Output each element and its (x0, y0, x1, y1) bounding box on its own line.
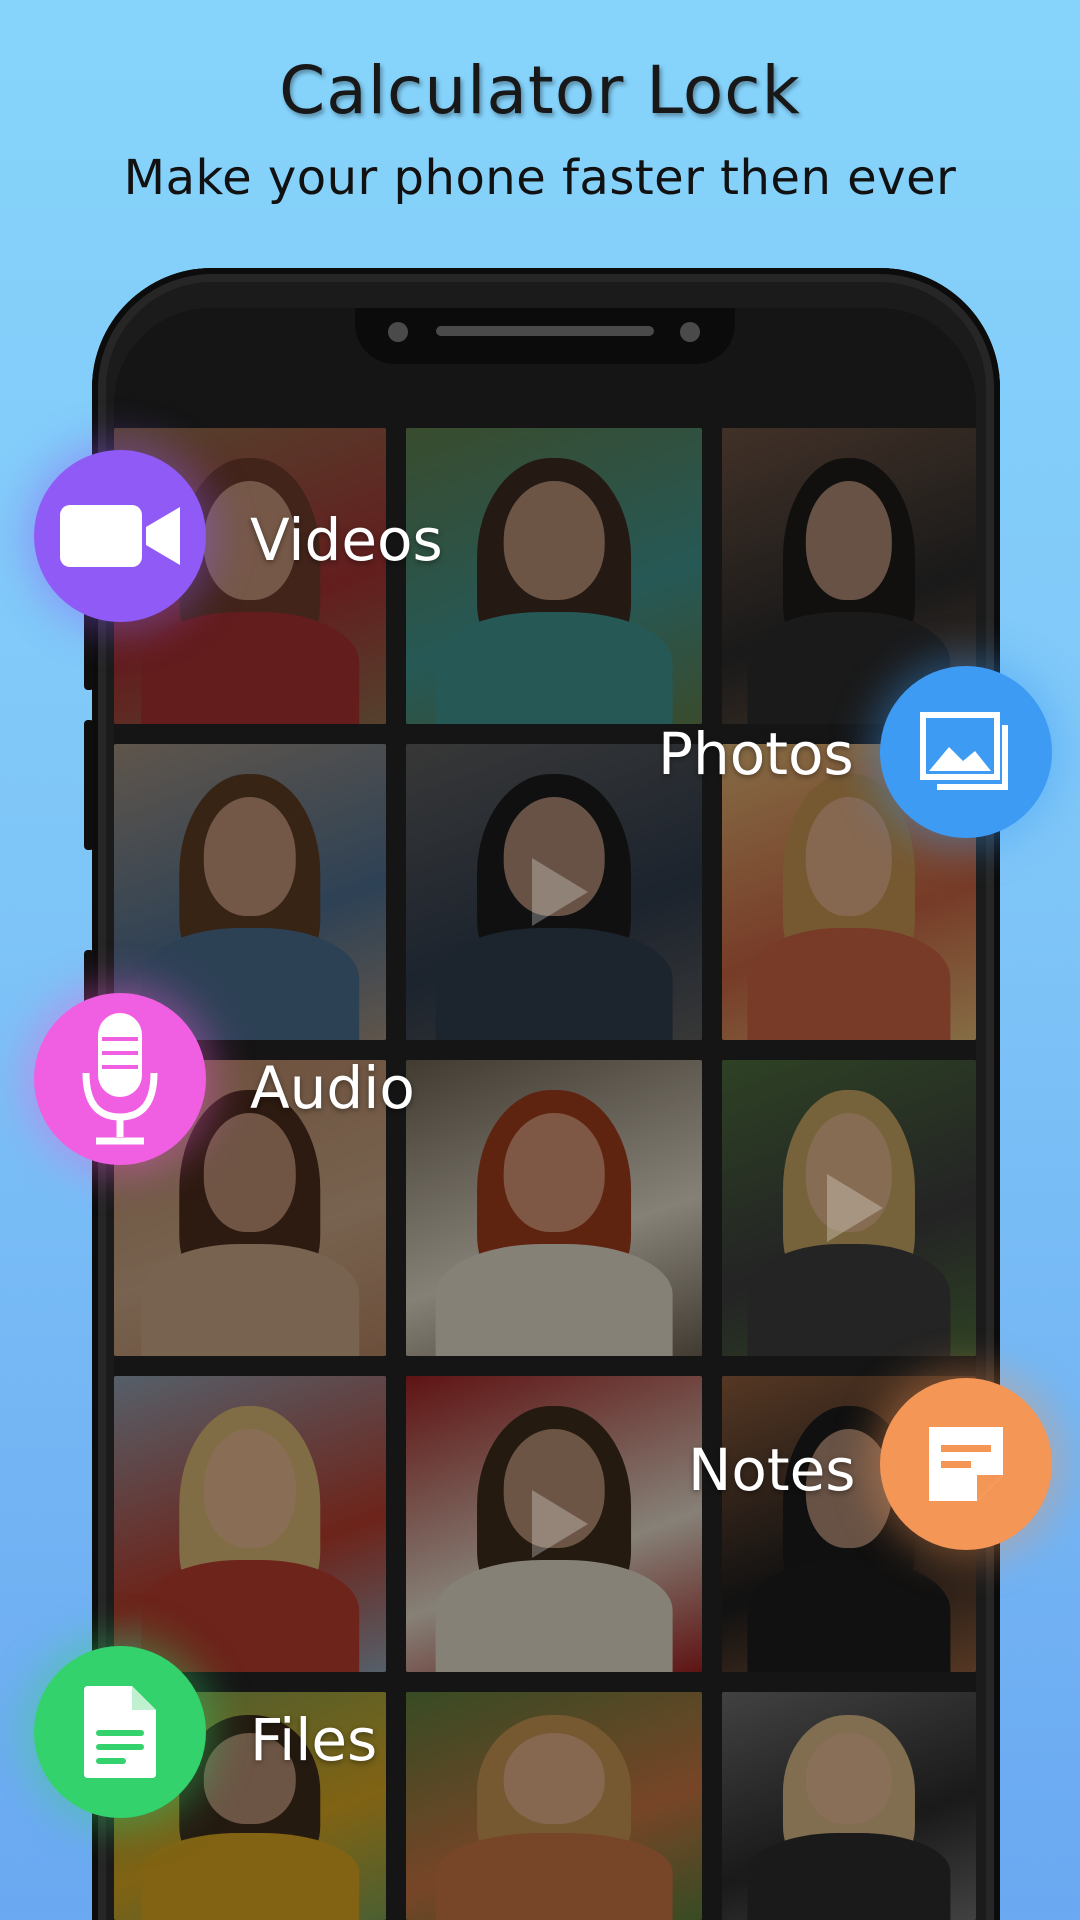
gallery-thumbnail[interactable] (406, 1060, 702, 1356)
sensor-icon (680, 322, 700, 342)
gallery-thumbnail[interactable] (406, 1692, 702, 1920)
phone-side-button (84, 720, 94, 850)
page-subtitle: Make your phone faster then ever (123, 150, 957, 206)
photos-label[interactable]: Photos (658, 720, 854, 788)
gallery-thumbnail[interactable] (114, 1376, 386, 1672)
audio-button[interactable] (34, 993, 206, 1165)
videos-label[interactable]: Videos (250, 506, 443, 574)
gallery-thumbnail[interactable] (406, 428, 702, 724)
notes-button[interactable] (880, 1378, 1052, 1550)
gallery-thumbnail[interactable] (722, 1060, 976, 1356)
notes-label[interactable]: Notes (688, 1436, 856, 1504)
gallery-thumbnail[interactable] (722, 1692, 976, 1920)
play-icon[interactable] (827, 1174, 883, 1242)
audio-label[interactable]: Audio (250, 1054, 415, 1122)
photos-button[interactable] (880, 666, 1052, 838)
photos-icon (920, 712, 1008, 790)
play-icon[interactable] (532, 1490, 588, 1558)
file-icon (84, 1686, 156, 1778)
play-icon[interactable] (532, 858, 588, 926)
gallery-thumbnail[interactable] (406, 744, 702, 1040)
speaker-grille (436, 326, 654, 336)
videos-button[interactable] (34, 450, 206, 622)
video-camera-icon (60, 505, 180, 567)
note-icon (929, 1427, 1003, 1501)
page-title: Calculator Lock (279, 52, 801, 129)
files-button[interactable] (34, 1646, 206, 1818)
gallery-thumbnail[interactable] (114, 744, 386, 1040)
microphone-icon (82, 1013, 158, 1145)
phone-notch (355, 308, 735, 364)
files-label[interactable]: Files (250, 1706, 377, 1774)
gallery-thumbnail[interactable] (406, 1376, 702, 1672)
camera-icon (388, 322, 408, 342)
